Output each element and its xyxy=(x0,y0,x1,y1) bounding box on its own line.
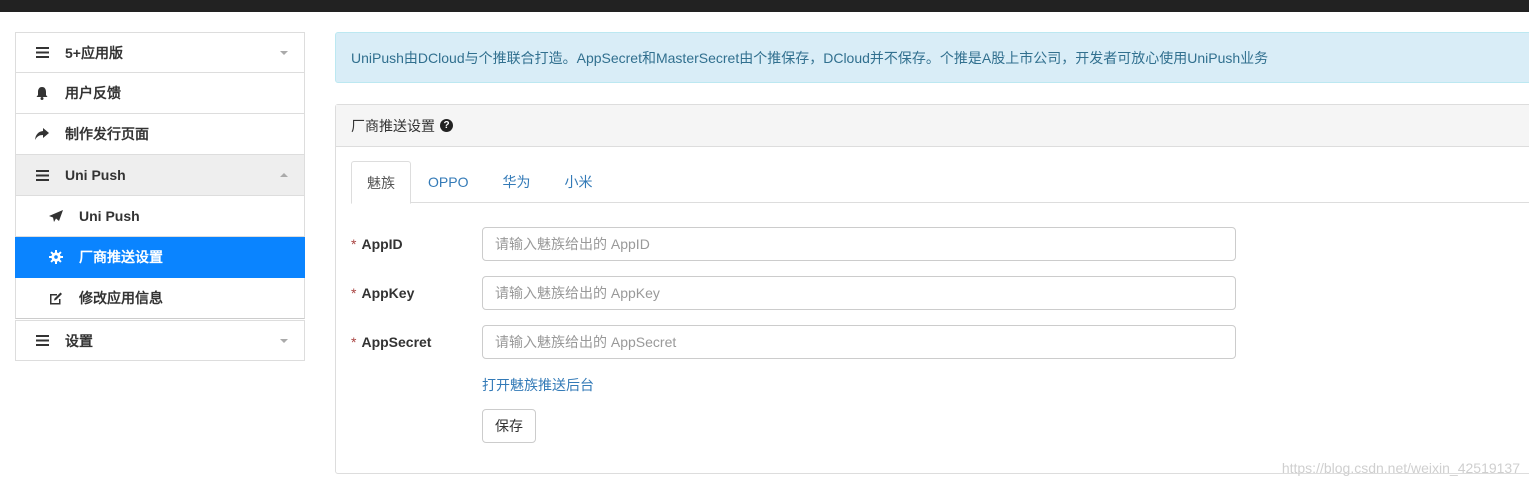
sidebar-item-uni-push[interactable]: Uni Push xyxy=(15,196,305,237)
form-row-appid: * AppID xyxy=(351,227,1251,261)
vendor-tabs: 魅族 OPPO 华为 小米 xyxy=(351,161,1529,204)
appsecret-input[interactable] xyxy=(482,325,1236,359)
sidebar-item-label: 用户反馈 xyxy=(65,85,121,101)
list-icon xyxy=(32,169,52,181)
top-bar xyxy=(0,0,1529,12)
edit-icon xyxy=(46,292,66,305)
watermark: https://blog.csdn.net/weixin_42519137 xyxy=(1281,460,1520,476)
form-row-appsecret: * AppSecret xyxy=(351,325,1251,359)
tab-xiaomi[interactable]: 小米 xyxy=(547,161,609,203)
panel-title: 厂商推送设置 xyxy=(351,117,435,134)
info-alert-text: UniPush由DCloud与个推联合打造。AppSecret和MasterSe… xyxy=(351,49,1269,66)
chevron-down-icon xyxy=(280,51,288,55)
save-button[interactable]: 保存 xyxy=(482,409,536,443)
appkey-label: * AppKey xyxy=(351,285,415,301)
sidebar-item-label: 设置 xyxy=(65,332,93,349)
sidebar-item-label: 修改应用信息 xyxy=(79,290,163,306)
required-mark: * xyxy=(351,334,357,350)
sidebar-item-label: Uni Push xyxy=(65,167,126,183)
bell-icon xyxy=(32,86,52,100)
appkey-input[interactable] xyxy=(482,276,1236,310)
list-icon xyxy=(32,47,52,58)
tab-oppo[interactable]: OPPO xyxy=(411,161,485,203)
sidebar: 5+应用版 用户反馈 制作发行页面 Uni Push Uni Push 厂商推送… xyxy=(15,32,305,361)
appid-label: * AppID xyxy=(351,236,403,252)
form-row-appkey: * AppKey xyxy=(351,276,1251,310)
info-alert: UniPush由DCloud与个推联合打造。AppSecret和MasterSe… xyxy=(335,32,1529,83)
appsecret-label: * AppSecret xyxy=(351,334,432,350)
list-icon xyxy=(32,335,52,346)
chevron-up-icon xyxy=(280,173,288,177)
required-mark: * xyxy=(351,285,357,301)
sidebar-item-settings[interactable]: 设置 xyxy=(15,320,305,361)
sidebar-item-feedback[interactable]: 用户反馈 xyxy=(15,73,305,114)
chevron-down-icon xyxy=(280,339,288,343)
gear-icon xyxy=(46,250,66,264)
sidebar-item-label: 厂商推送设置 xyxy=(79,249,163,265)
open-meizu-console-link[interactable]: 打开魅族推送后台 xyxy=(482,375,594,395)
sidebar-item-edit-app-info[interactable]: 修改应用信息 xyxy=(15,278,305,319)
sidebar-item-release-page[interactable]: 制作发行页面 xyxy=(15,114,305,155)
panel-heading: 厂商推送设置 ? xyxy=(336,105,1529,147)
sidebar-item-uni-push-group[interactable]: Uni Push xyxy=(15,155,305,196)
tab-huawei[interactable]: 华为 xyxy=(485,161,547,203)
vendor-push-panel: 厂商推送设置 ? 魅族 OPPO 华为 小米 *AppID *AppKey *A… xyxy=(335,104,1529,474)
sidebar-item-label: 制作发行页面 xyxy=(65,126,149,142)
sidebar-item-label: Uni Push xyxy=(79,208,140,224)
paper-plane-icon xyxy=(46,209,66,223)
sidebar-item-label: 5+应用版 xyxy=(65,44,123,61)
appid-input[interactable] xyxy=(482,227,1236,261)
share-icon xyxy=(32,128,52,140)
tab-meizu[interactable]: 魅族 xyxy=(351,161,411,204)
sidebar-item-vendor-push-settings[interactable]: 厂商推送设置 xyxy=(15,237,305,278)
required-mark: * xyxy=(351,236,357,252)
question-circle-icon[interactable]: ? xyxy=(440,119,453,132)
sidebar-item-app-version[interactable]: 5+应用版 xyxy=(15,32,305,73)
